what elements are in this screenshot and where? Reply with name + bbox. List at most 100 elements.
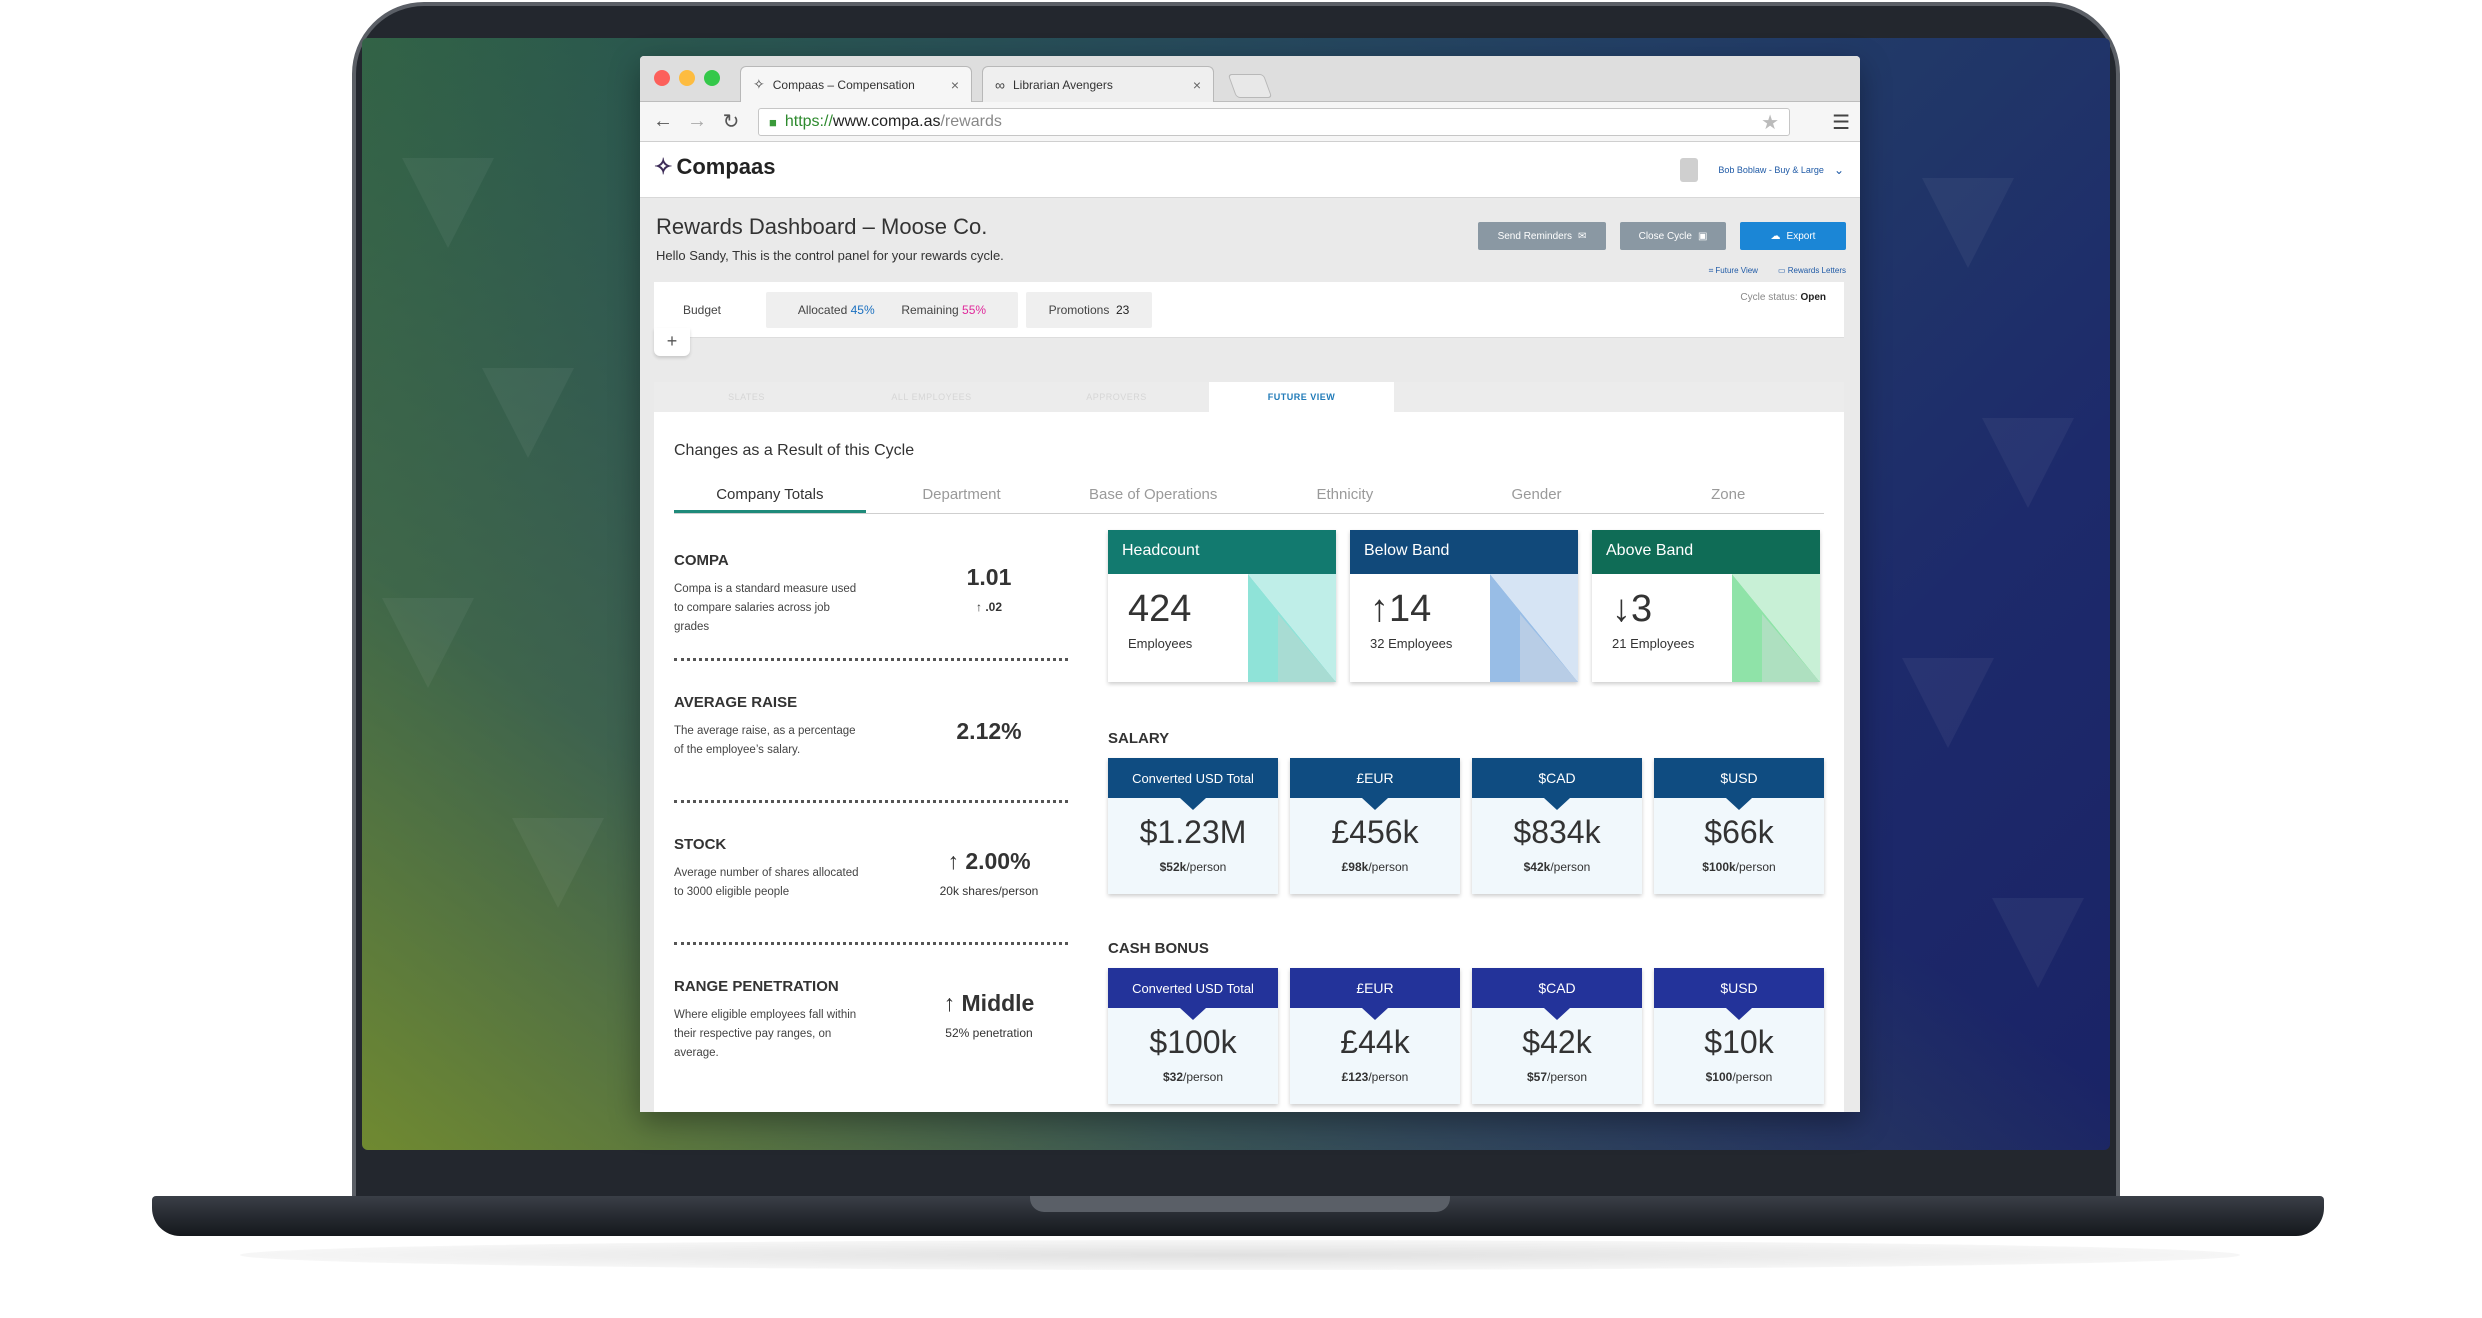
tab-future-view[interactable]: FUTURE VIEW	[1209, 382, 1394, 412]
headcount-value: 424	[1128, 588, 1192, 630]
background-pattern-shape	[1922, 178, 2014, 268]
plus-icon: +	[666, 331, 678, 351]
background-pattern-shape	[512, 818, 604, 908]
back-arrow-icon[interactable]: ←	[652, 110, 674, 133]
metric-description: Average number of shares allocated to 30…	[674, 867, 859, 898]
laptop-shadow	[240, 1240, 2240, 1270]
app-header: ✧ Compaas Bob Boblaw - Buy & Large ⌄	[640, 142, 1860, 198]
close-cycle-button[interactable]: Close Cycle ▣	[1620, 222, 1726, 250]
per-person-unit: /person	[1186, 860, 1227, 874]
card-header: $USD	[1654, 968, 1824, 1020]
rewards-letters-label: Rewards Letters	[1787, 266, 1846, 275]
per-person-unit: /person	[1547, 1070, 1588, 1084]
brand-logo[interactable]: ✧ Compaas	[654, 154, 775, 180]
promotions-value: 23	[1116, 303, 1130, 317]
chevron-down-icon: ⌄	[1833, 163, 1844, 177]
forward-arrow-icon[interactable]: →	[686, 110, 708, 133]
card-subvalue: $52k/person	[1108, 860, 1278, 874]
address-bar[interactable]: ■ https:// www.compa.as /rewards ★	[758, 108, 1790, 136]
card-header: £EUR	[1290, 758, 1460, 810]
metric-value: 1.01	[966, 564, 1012, 590]
bonus-card-eur[interactable]: £EUR £44k £123/person	[1290, 968, 1460, 1104]
tab-all-employees[interactable]: ALL EMPLOYEES	[839, 382, 1024, 412]
compaas-logo-icon: ✧	[753, 76, 765, 92]
stage: ✧ Compaas – Compensation × ∞ Librarian A…	[0, 0, 2482, 1318]
bookmark-star-icon[interactable]: ★	[1761, 110, 1779, 135]
metric-divider	[674, 658, 1068, 661]
background-pattern-shape	[482, 368, 574, 458]
new-tab-button[interactable]	[1227, 74, 1273, 98]
filter-gender[interactable]: Gender	[1441, 484, 1633, 513]
bonus-card-cad[interactable]: $CAD $42k $57/person	[1472, 968, 1642, 1104]
tab-approvers[interactable]: APPROVERS	[1024, 382, 1209, 412]
future-view-panel: Changes as a Result of this Cycle Compan…	[654, 412, 1844, 1112]
filter-base-of-operations[interactable]: Base of Operations	[1057, 484, 1249, 513]
background-pattern-shape	[402, 158, 494, 248]
filter-department[interactable]: Department	[866, 484, 1058, 513]
tab-slates[interactable]: SLATES	[654, 382, 839, 412]
brand-name: Compaas	[676, 154, 776, 179]
bonus-card-usd-total[interactable]: Converted USD Total $100k $32/person	[1108, 968, 1278, 1104]
headcount-card[interactable]: Headcount 424 Employees	[1108, 530, 1336, 682]
metric-average-raise: AVERAGE RAISE The average raise, as a pe…	[674, 694, 1068, 803]
background-pattern-shape	[1902, 658, 1994, 748]
minimize-window-button[interactable]	[679, 70, 695, 86]
browser-tab-librarian[interactable]: ∞ Librarian Avengers ×	[982, 66, 1214, 102]
user-menu[interactable]: Bob Boblaw - Buy & Large ⌄	[1680, 158, 1844, 182]
app-viewport: ✧ Compaas Bob Boblaw - Buy & Large ⌄ Rew…	[640, 142, 1860, 1112]
send-reminders-button[interactable]: Send Reminders ✉	[1478, 222, 1606, 250]
budget-panel: Budget Allocated 45% Remaining 55% Promo…	[654, 282, 1844, 338]
card-value: £456k	[1331, 814, 1419, 850]
future-view-link[interactable]: ⌗ Future View	[1709, 266, 1758, 276]
hamburger-menu-icon[interactable]: ☰	[1832, 110, 1850, 135]
background-pattern-shape	[382, 598, 474, 688]
window-controls	[654, 70, 720, 86]
expand-budget-button[interactable]: +	[654, 328, 690, 356]
close-tab-icon[interactable]: ×	[1193, 77, 1201, 93]
per-person-unit: /person	[1735, 860, 1776, 874]
header-links: ⌗ Future View ▭ Rewards Letters	[1709, 266, 1846, 276]
close-tab-icon[interactable]: ×	[951, 77, 959, 93]
metric-detail: 52% penetration	[945, 1026, 1033, 1040]
card-subvalue: $100k/person	[1654, 860, 1824, 874]
metric-value: 2.12%	[956, 718, 1022, 744]
above-band-card[interactable]: Above Band ↓3 21 Employees	[1592, 530, 1820, 682]
per-person-amount: $100k	[1702, 860, 1736, 874]
maximize-window-button[interactable]	[704, 70, 720, 86]
salary-card-eur[interactable]: £EUR £456k £98k/person	[1290, 758, 1460, 894]
metric-stock: STOCK Average number of shares allocated…	[674, 836, 1068, 945]
salary-card-usd-total[interactable]: Converted USD Total $1.23M $52k/person	[1108, 758, 1278, 894]
below-band-card[interactable]: Below Band ↑14 32 Employees	[1350, 530, 1578, 682]
browser-tab-label: Librarian Avengers	[1012, 77, 1113, 92]
above-band-value: ↓3	[1612, 588, 1653, 630]
salary-card-usd[interactable]: $USD $66k $100k/person	[1654, 758, 1824, 894]
bonus-card-usd[interactable]: $USD $10k $100/person	[1654, 968, 1824, 1104]
per-person-amount: $42k	[1523, 860, 1551, 874]
close-window-button[interactable]	[654, 70, 670, 86]
rewards-letters-link[interactable]: ▭ Rewards Letters	[1778, 266, 1846, 276]
filter-company-totals[interactable]: Company Totals	[674, 484, 866, 513]
card-subvalue: $100/person	[1654, 1070, 1824, 1084]
filter-zone[interactable]: Zone	[1632, 484, 1824, 513]
card-header: Converted USD Total	[1108, 758, 1278, 810]
reload-icon[interactable]: ↻	[720, 109, 742, 134]
promotions-summary[interactable]: Promotions 23	[1026, 292, 1152, 328]
below-band-value: ↑14	[1370, 588, 1432, 630]
below-band-label: 32 Employees	[1370, 636, 1452, 651]
promotions-label: Promotions	[1048, 303, 1110, 317]
filter-ethnicity[interactable]: Ethnicity	[1249, 484, 1441, 513]
per-person-unit: /person	[1368, 860, 1409, 874]
card-header: $USD	[1654, 758, 1824, 810]
metric-detail: 20k shares/person	[939, 884, 1039, 898]
export-button[interactable]: ☁ Export	[1740, 222, 1846, 250]
browser-tab-compaas[interactable]: ✧ Compaas – Compensation ×	[740, 66, 972, 102]
salary-card-cad[interactable]: $CAD $834k $42k/person	[1472, 758, 1642, 894]
cycle-status-value: Open	[1800, 292, 1826, 303]
allocated-label: Allocated	[797, 303, 848, 317]
allocated-value: 45%	[850, 303, 875, 317]
budget-summary[interactable]: Allocated 45% Remaining 55%	[766, 292, 1018, 328]
filter-tabs: Company Totals Department Base of Operat…	[674, 484, 1824, 514]
headcount-label: Employees	[1128, 636, 1193, 651]
below-band-triangle-graphic	[1490, 574, 1578, 682]
per-person-unit: /person	[1368, 1070, 1409, 1084]
